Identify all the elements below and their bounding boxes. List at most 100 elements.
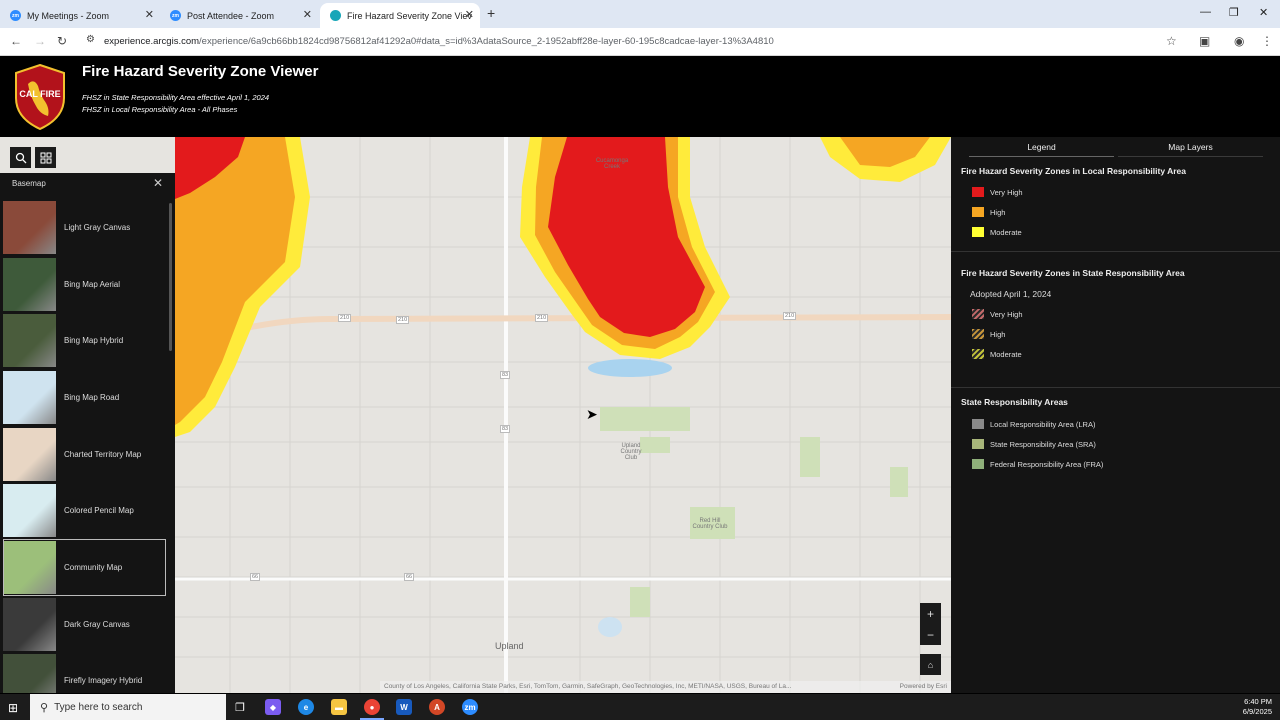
mouse-cursor-icon: ➤ bbox=[586, 406, 598, 422]
search-placeholder: Type here to search bbox=[54, 701, 143, 713]
zoom-in-button[interactable]: + bbox=[920, 603, 941, 624]
task-view-icon[interactable]: ❐ bbox=[232, 699, 248, 715]
back-icon[interactable]: ← bbox=[10, 34, 22, 48]
system-clock[interactable]: 6:40 PM 6/9/2025 bbox=[1236, 697, 1272, 717]
highway-shield: 210 bbox=[535, 314, 549, 322]
close-icon[interactable]: ✕ bbox=[465, 8, 474, 21]
word-icon[interactable]: W bbox=[396, 699, 412, 715]
new-tab-button[interactable]: + bbox=[487, 5, 495, 21]
basemap-item-dark-gray-canvas[interactable]: Dark Gray Canvas bbox=[3, 596, 166, 653]
zoom-icon: zm bbox=[170, 10, 181, 21]
acrobat-icon[interactable]: A bbox=[429, 699, 445, 715]
menu-icon[interactable]: ⋮ bbox=[1261, 34, 1273, 48]
basemap-thumbnail bbox=[3, 200, 56, 254]
search-icon: ⚲ bbox=[40, 701, 49, 714]
reload-icon[interactable]: ↻ bbox=[57, 34, 67, 48]
url-path: /experience/6a9cb66bb1824cd98756812af412… bbox=[199, 36, 774, 47]
legend-swatch bbox=[972, 349, 984, 359]
tab-legend[interactable]: Legend bbox=[969, 137, 1114, 157]
legend-label: Local Responsibility Area (LRA) bbox=[990, 419, 1096, 429]
basemap-item-colored-pencil[interactable]: Colored Pencil Map bbox=[3, 482, 166, 539]
legend-item: Moderate bbox=[972, 349, 1022, 359]
highway-shield: 83 bbox=[500, 425, 511, 433]
forward-icon[interactable]: → bbox=[34, 34, 46, 48]
url-host: experience.arcgis.com bbox=[104, 36, 200, 47]
restore-icon[interactable]: ❐ bbox=[1229, 6, 1239, 19]
browser-tab-bar: zm My Meetings - Zoom ✕ zm Post Attendee… bbox=[0, 0, 1280, 28]
tab-title: My Meetings - Zoom bbox=[27, 10, 110, 21]
arcgis-icon bbox=[330, 10, 341, 21]
basemap-label: Bing Map Hybrid bbox=[64, 336, 124, 346]
tab-title: Fire Hazard Severity Zone Viev bbox=[347, 10, 472, 21]
map-view[interactable]: Cucamonga Creek Upland Red Hill Country … bbox=[0, 137, 951, 693]
basemap-thumbnail bbox=[3, 654, 56, 693]
url-field[interactable]: experience.arcgis.com/experience/6a9cb66… bbox=[104, 36, 774, 47]
file-explorer-icon[interactable]: ▬ bbox=[331, 699, 347, 715]
powered-by-esri[interactable]: Powered by Esri bbox=[900, 681, 947, 693]
taskbar-search[interactable]: ⚲ Type here to search bbox=[30, 694, 226, 720]
legend-swatch bbox=[972, 227, 984, 237]
bookmark-star-icon[interactable]: ☆ bbox=[1166, 34, 1177, 48]
adopted-date: Adopted April 1, 2024 bbox=[970, 289, 1052, 299]
tab-search-icon[interactable]: ▣ bbox=[1199, 34, 1210, 48]
legend-swatch bbox=[972, 187, 984, 197]
legend-label: Very High bbox=[990, 187, 1023, 197]
close-icon[interactable]: ✕ bbox=[153, 176, 163, 190]
legend-label: State Responsibility Area (SRA) bbox=[990, 439, 1096, 449]
basemap-gallery-icon[interactable] bbox=[35, 147, 56, 168]
tab-my-meetings[interactable]: zm My Meetings - Zoom ✕ bbox=[0, 3, 160, 28]
legend-swatch bbox=[972, 419, 984, 429]
app-header: CAL FIRE Fire Hazard Severity Zone Viewe… bbox=[0, 56, 1280, 137]
legend-swatch bbox=[972, 207, 984, 217]
clock-date: 6/9/2025 bbox=[1242, 707, 1272, 716]
basemap-label: Light Gray Canvas bbox=[64, 222, 131, 232]
legend-swatch bbox=[972, 309, 984, 319]
basemap-item-bing-map-road[interactable]: Bing Map Road bbox=[3, 369, 166, 426]
basemap-item-charted-territory[interactable]: Charted Territory Map bbox=[3, 426, 166, 483]
basemap-label: Charted Territory Map bbox=[64, 449, 142, 459]
tab-fire-hazard[interactable]: Fire Hazard Severity Zone Viev ✕ bbox=[320, 3, 480, 28]
close-icon[interactable]: ✕ bbox=[303, 8, 312, 21]
attribution-text: County of Los Angeles, California State … bbox=[384, 683, 792, 690]
tab-map-layers[interactable]: Map Layers bbox=[1118, 137, 1263, 157]
basemap-scrollbar[interactable] bbox=[169, 203, 172, 351]
zoom-icon: zm bbox=[10, 10, 21, 21]
window-close-icon[interactable]: ✕ bbox=[1259, 6, 1268, 19]
logo-text: CAL FIRE bbox=[19, 89, 60, 99]
basemap-item-community-map[interactable]: Community Map bbox=[3, 539, 166, 596]
minimize-icon[interactable]: — bbox=[1200, 6, 1211, 18]
highway-shield: 210 bbox=[783, 312, 797, 320]
basemap-item-light-gray-canvas[interactable]: Light Gray Canvas bbox=[3, 199, 166, 256]
basemap-label: Bing Map Road bbox=[64, 392, 120, 402]
zoom-icon[interactable]: zm bbox=[462, 699, 478, 715]
basemap-thumbnail bbox=[3, 597, 56, 651]
country-club-label-2: Upland Country Club bbox=[620, 443, 642, 461]
highway-shield: 66 bbox=[404, 573, 415, 581]
copilot-icon[interactable]: ◆ bbox=[265, 699, 281, 715]
legend-item: Federal Responsibility Area (FRA) bbox=[972, 459, 1103, 469]
site-info-icon[interactable]: ⚙ bbox=[86, 34, 95, 45]
edge-icon[interactable]: e bbox=[298, 699, 314, 715]
basemap-item-bing-map-aerial[interactable]: Bing Map Aerial bbox=[3, 256, 166, 313]
legend-swatch bbox=[972, 439, 984, 449]
legend-panel: Legend Map Layers Fire Hazard Severity Z… bbox=[951, 137, 1280, 693]
basemap-thumbnail bbox=[3, 257, 56, 311]
legend-label: High bbox=[990, 207, 1006, 217]
chrome-icon[interactable]: ● bbox=[364, 699, 380, 715]
windows-start-icon[interactable]: ⊞ bbox=[8, 701, 18, 715]
profile-icon[interactable]: ◉ bbox=[1234, 34, 1244, 48]
basemap-panel: Basemap ✕ Light Gray Canvas Bing Map Aer… bbox=[0, 173, 175, 693]
close-icon[interactable]: ✕ bbox=[145, 8, 154, 21]
basemap-item-bing-map-hybrid[interactable]: Bing Map Hybrid bbox=[3, 312, 166, 369]
legend-swatch bbox=[972, 459, 984, 469]
basemap-item-firefly-imagery-hybrid[interactable]: Firefly Imagery Hybrid bbox=[3, 653, 166, 693]
tab-post-attendee[interactable]: zm Post Attendee - Zoom ✕ bbox=[160, 3, 318, 28]
zoom-out-button[interactable]: − bbox=[920, 624, 941, 645]
home-icon[interactable]: ⌂ bbox=[920, 654, 941, 675]
legend-label: Moderate bbox=[990, 227, 1022, 237]
search-icon[interactable] bbox=[10, 147, 31, 168]
basemap-label: Firefly Imagery Hybrid bbox=[64, 676, 143, 686]
legend-heading-lra: Fire Hazard Severity Zones in Local Resp… bbox=[961, 166, 1187, 176]
country-club-label: Red Hill Country Club bbox=[692, 518, 728, 530]
calfire-logo: CAL FIRE bbox=[15, 64, 65, 130]
